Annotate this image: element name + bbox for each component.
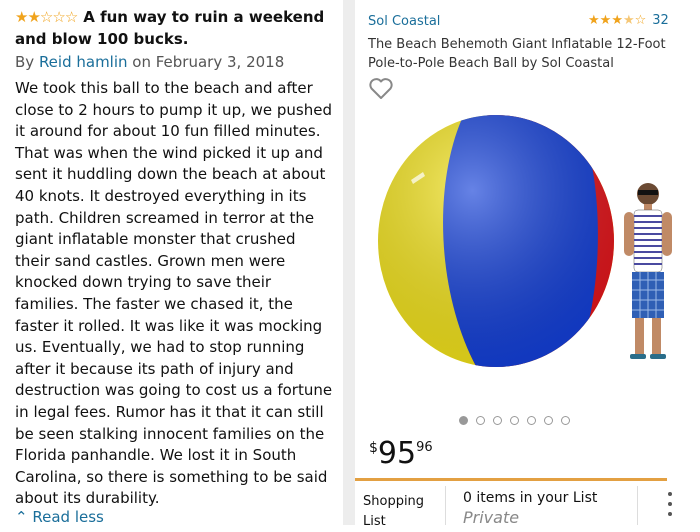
review-byline: By Reid hamlin on February 3, 2018 <box>15 53 284 71</box>
star-filled-icon: ★ <box>27 8 40 26</box>
product-title: The Beach Behemoth Giant Inflatable 12-F… <box>368 37 666 71</box>
product-rating[interactable]: ★★★★☆ 32 <box>588 13 669 28</box>
product-panel: Sol Coastal ★★★★☆ 32 The Beach Behemoth G… <box>355 0 700 529</box>
review-date: on February 3, 2018 <box>127 53 285 71</box>
heart-outline-icon[interactable] <box>368 77 394 101</box>
price: $9596 <box>369 436 433 471</box>
brand-link[interactable]: Sol Coastal <box>368 14 440 29</box>
price-whole: 95 <box>377 436 417 471</box>
vertical-ellipsis-icon[interactable] <box>658 492 682 522</box>
star-filled-icon: ★ <box>611 13 623 28</box>
list-privacy: Private <box>463 508 520 527</box>
star-filled-icon: ★ <box>15 8 28 26</box>
tab-separator <box>445 486 446 525</box>
carousel-dot[interactable] <box>493 416 502 425</box>
product-image-person <box>624 183 672 359</box>
read-less-label: Read less <box>32 508 104 526</box>
rating-count: 32 <box>652 13 669 28</box>
rating-stars: ★★★★☆ <box>588 13 646 28</box>
star-filled-icon: ★ <box>588 13 600 28</box>
carousel-dot[interactable] <box>476 416 485 425</box>
carousel-dot[interactable] <box>459 416 468 425</box>
review-stars: ★★☆☆☆ <box>15 6 78 28</box>
star-filled-icon: ★ <box>599 13 612 28</box>
product-image-beach-ball[interactable] <box>371 110 621 375</box>
double-chevron-up-icon: ⌃ <box>15 508 28 526</box>
price-symbol: $ <box>369 440 378 456</box>
star-half-icon: ★ <box>622 13 635 28</box>
by-prefix: By <box>15 53 39 71</box>
shopping-list-tab[interactable]: Shopping List <box>363 492 433 532</box>
star-empty-icon: ☆ <box>52 8 65 26</box>
star-empty-icon: ☆ <box>64 8 78 26</box>
review-header: ★★☆☆☆ A fun way to ruin a weekend and blo… <box>15 6 335 50</box>
review-panel: ★★☆☆☆ A fun way to ruin a weekend and blo… <box>0 0 343 526</box>
star-empty-icon: ☆ <box>634 13 647 28</box>
carousel-dot[interactable] <box>561 416 570 425</box>
author-link[interactable]: Reid hamlin <box>39 53 128 71</box>
active-tab-underline <box>355 478 667 481</box>
panel-divider <box>343 0 355 525</box>
image-carousel-dots[interactable] <box>459 416 570 425</box>
star-empty-icon: ☆ <box>39 8 53 26</box>
carousel-dot[interactable] <box>510 416 519 425</box>
carousel-dot[interactable] <box>544 416 553 425</box>
tab-separator <box>637 486 638 525</box>
price-cents: 96 <box>416 440 433 455</box>
carousel-dot[interactable] <box>527 416 536 425</box>
list-status[interactable]: 0 items in your List <box>463 490 597 506</box>
read-less-link[interactable]: ⌃ Read less <box>15 508 104 526</box>
review-body: We took this ball to the beach and after… <box>15 79 333 508</box>
